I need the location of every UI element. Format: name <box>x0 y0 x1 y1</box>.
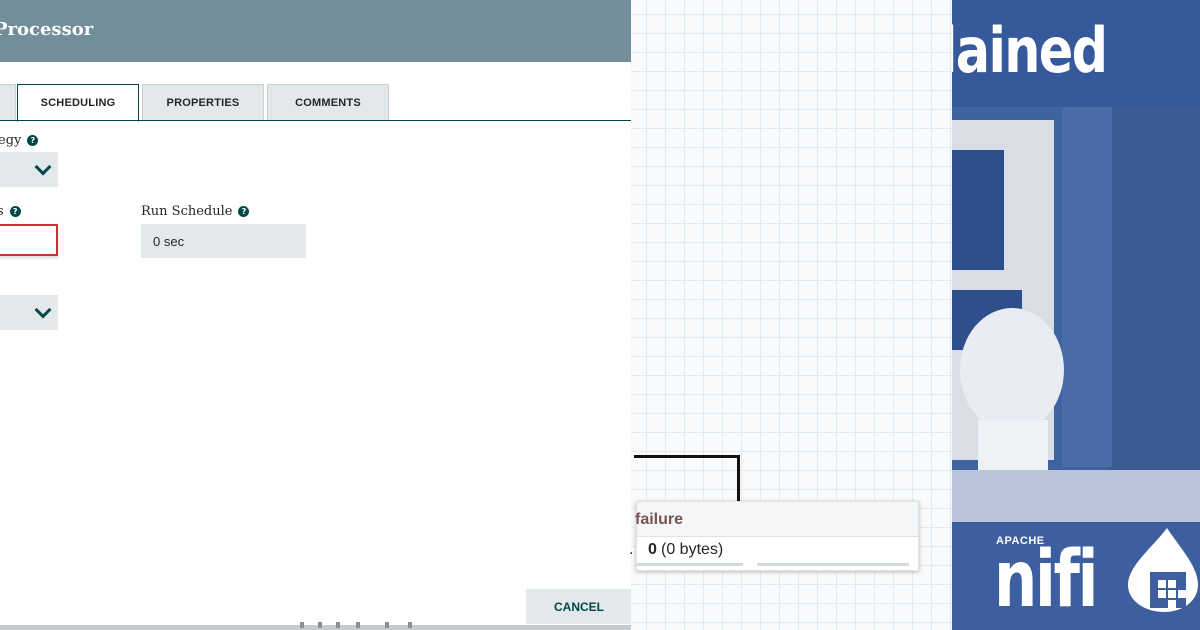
dialog-header: Processor <box>0 0 631 62</box>
footer-indicator <box>300 622 304 628</box>
footer-indicator <box>408 622 412 628</box>
connection-line[interactable] <box>634 455 740 458</box>
footer-indicator <box>385 622 389 628</box>
connection-line[interactable] <box>737 455 740 502</box>
chevron-down-icon <box>34 158 52 176</box>
tab-comments[interactable]: COMMENTS <box>267 84 389 120</box>
dialog-footer-strip <box>0 625 631 630</box>
headline-text: lained <box>952 14 1108 87</box>
queued-size: (0 bytes) <box>661 541 724 558</box>
connection-label[interactable]: failure . 0 (0 bytes) <box>629 501 919 571</box>
queued-label-fragment: . <box>629 541 634 558</box>
queue-gauge <box>757 563 909 566</box>
help-icon[interactable]: ? <box>238 206 250 217</box>
tab-properties[interactable]: PROPERTIES <box>142 84 264 120</box>
scheduling-strategy-select[interactable] <box>0 152 58 187</box>
chevron-down-icon <box>34 301 52 319</box>
footer-indicator <box>356 622 360 628</box>
cancel-button[interactable]: CANCEL <box>526 589 631 624</box>
article-photo: lained APACHE nifi <box>952 0 1200 630</box>
headline-band: lained <box>952 0 1200 107</box>
nifi-logo-text: nifi <box>994 535 1098 625</box>
footer-indicator <box>318 622 322 628</box>
concurrent-tasks-label: s? <box>0 204 21 219</box>
tab-scheduling[interactable]: SCHEDULING <box>17 84 139 122</box>
run-schedule-input[interactable]: 0 sec <box>141 224 306 258</box>
concurrent-tasks-input[interactable] <box>0 224 58 256</box>
connection-name: failure <box>635 511 684 528</box>
help-icon[interactable]: ? <box>9 206 21 217</box>
dialog-title: Processor <box>0 19 94 40</box>
tab-settings-partial[interactable] <box>0 84 16 120</box>
tab-underline <box>0 120 631 121</box>
run-schedule-label: Run Schedule? <box>141 204 250 219</box>
footer-indicator <box>336 622 340 628</box>
queued-count: 0 <box>648 541 657 558</box>
help-icon[interactable]: ? <box>27 135 39 146</box>
scheduling-strategy-label: egy? <box>0 133 39 148</box>
execution-select[interactable] <box>0 295 58 330</box>
configure-processor-dialog: Processor SCHEDULING PROPERTIES COMMENTS… <box>0 0 631 630</box>
nifi-drop-icon <box>1128 528 1198 612</box>
queue-gauge <box>637 563 743 566</box>
